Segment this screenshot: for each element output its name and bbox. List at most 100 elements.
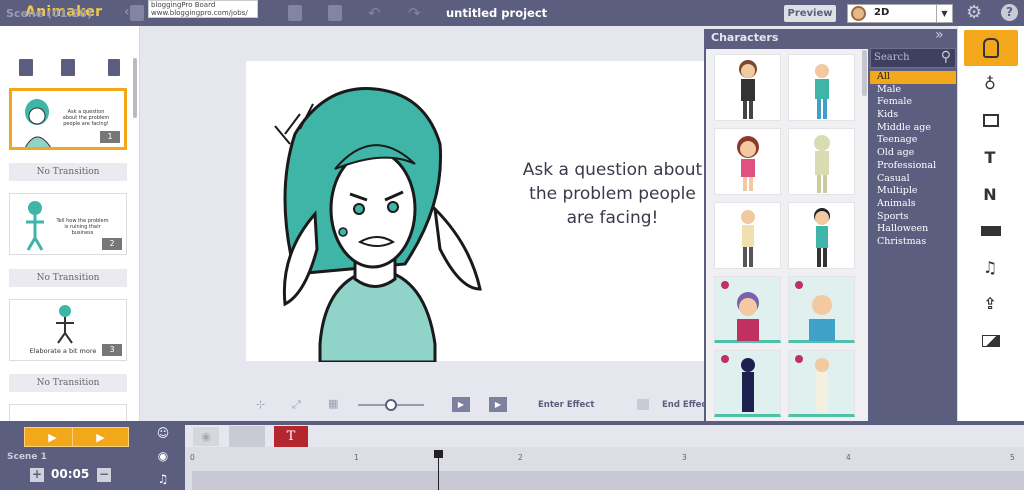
increase-duration-button[interactable]: +: [30, 468, 44, 482]
bulb-icon[interactable]: ♁: [975, 74, 1005, 93]
character-track-thumb[interactable]: [229, 426, 265, 447]
character-card[interactable]: [714, 128, 781, 195]
grid-icon[interactable]: ▦: [328, 397, 338, 410]
category-item[interactable]: Casual: [870, 173, 956, 186]
category-item[interactable]: Male: [870, 84, 956, 97]
timeline-track[interactable]: [192, 471, 1024, 490]
project-title[interactable]: untitled project: [446, 6, 547, 20]
category-item[interactable]: Old age: [870, 147, 956, 160]
mode-value: 2D: [874, 7, 890, 18]
mode-select[interactable]: 2D ▼: [847, 4, 953, 23]
character-card[interactable]: [788, 202, 855, 269]
scenes-scrollbar[interactable]: [133, 58, 137, 118]
music-icon[interactable]: ♫: [975, 258, 1005, 277]
scene-transition[interactable]: No Transition: [9, 374, 127, 392]
scene-thumbnail-1[interactable]: Ask a question about the problem people …: [9, 88, 127, 150]
scene-transition[interactable]: No Transition: [9, 163, 127, 181]
scene-thumbnail-4[interactable]: [9, 404, 127, 421]
gear-icon[interactable]: ⚙: [966, 2, 982, 23]
help-icon[interactable]: ?: [1001, 4, 1018, 21]
ruler-tick: 4: [846, 453, 851, 462]
timeline-music-icon[interactable]: ♫: [145, 469, 181, 489]
close-panel-icon[interactable]: »: [935, 27, 944, 43]
search-icon[interactable]: ⚲: [941, 49, 951, 65]
step-play-icon[interactable]: ▶: [452, 397, 470, 412]
category-item[interactable]: Christmas: [870, 236, 956, 249]
text-track-thumb[interactable]: T: [274, 426, 308, 447]
category-item[interactable]: Female: [870, 96, 956, 109]
stage-text[interactable]: Ask a question about the problem people …: [515, 158, 710, 230]
trash-icon[interactable]: [108, 59, 120, 76]
scene-duration[interactable]: 00:05: [51, 467, 89, 481]
avatar-icon: [851, 6, 866, 21]
visibility-icon[interactable]: ◉: [193, 427, 219, 446]
image-icon[interactable]: [983, 114, 999, 127]
character-search-input[interactable]: Search ⚲: [870, 48, 956, 68]
duplicate-scene-icon[interactable]: [61, 59, 75, 76]
scene-transition[interactable]: No Transition: [9, 269, 127, 287]
background-icon[interactable]: [982, 335, 1000, 347]
character-card-pro[interactable]: [714, 350, 781, 417]
collapse-icon[interactable]: ‹: [124, 4, 130, 20]
play-icon[interactable]: ▶: [489, 397, 507, 412]
url-tooltip: bloggingPro Board www.bloggingpro.com/job…: [148, 0, 258, 18]
category-item[interactable]: Multiple: [870, 185, 956, 198]
tooltip-line1: bloggingPro Board: [151, 1, 216, 9]
zoom-slider-handle[interactable]: [385, 399, 397, 411]
scene-number: 3: [102, 344, 122, 356]
playhead-handle[interactable]: [434, 450, 443, 458]
category-list: All Male Female Kids Middle age Teenage …: [870, 71, 956, 249]
scene-caption: Ask a question about the problem people …: [62, 109, 110, 127]
character-card-pro[interactable]: [714, 276, 781, 343]
upload-icon[interactable]: ⇪: [975, 294, 1005, 313]
timeline-scene-label: Scene 1: [7, 452, 47, 462]
character-card[interactable]: [714, 202, 781, 269]
category-item[interactable]: Middle age: [870, 122, 956, 135]
category-item[interactable]: Halloween: [870, 223, 956, 236]
characters-tool-button[interactable]: [964, 30, 1018, 66]
add-scene-icon[interactable]: [19, 59, 33, 76]
enter-effect-label[interactable]: Enter Effect: [538, 400, 594, 410]
decrease-duration-button[interactable]: −: [97, 468, 111, 482]
category-item[interactable]: All: [870, 71, 956, 84]
character-card-pro[interactable]: [788, 276, 855, 343]
scene-caption: Elaborate a bit more: [29, 347, 97, 355]
search-placeholder: Search: [874, 52, 910, 63]
ruler-tick: 0: [190, 453, 195, 462]
category-item[interactable]: Teenage: [870, 134, 956, 147]
copy-icon[interactable]: [288, 5, 302, 21]
ruler-tick: 5: [1010, 453, 1015, 462]
fullscreen-icon[interactable]: ⤢: [292, 398, 301, 412]
preview-button[interactable]: Preview: [784, 5, 836, 22]
category-item[interactable]: Professional: [870, 160, 956, 173]
chart-icon[interactable]: [981, 226, 1001, 236]
play-button[interactable]: ▶: [72, 427, 129, 447]
category-item[interactable]: Animals: [870, 198, 956, 211]
scene-number: 2: [102, 238, 122, 250]
zoom-fit-icon[interactable]: ⊹: [256, 398, 265, 411]
character-icon: [983, 38, 999, 58]
character-thumbnail: [25, 99, 51, 147]
redo-icon[interactable]: ↷: [408, 4, 421, 22]
category-item[interactable]: Sports: [870, 211, 956, 224]
number-icon[interactable]: N: [975, 185, 1005, 204]
new-file-icon[interactable]: [130, 5, 144, 21]
end-effect-icon[interactable]: [637, 399, 649, 410]
character-card[interactable]: [788, 54, 855, 121]
stressed-woman-character[interactable]: [255, 74, 500, 362]
character-card[interactable]: [788, 128, 855, 195]
paste-icon[interactable]: [328, 5, 342, 21]
timeline-tracks-header: [185, 425, 1024, 447]
undo-icon[interactable]: ↶: [368, 4, 381, 22]
timeline-character-icon[interactable]: ☺: [145, 423, 181, 443]
text-icon[interactable]: T: [975, 148, 1005, 167]
scenes-header: Scene (01:28): [6, 7, 93, 20]
camera-icon[interactable]: ◉: [145, 446, 181, 466]
characters-scrollbar[interactable]: [862, 50, 867, 96]
scene-thumbnail-2[interactable]: Tell how the problem is ruining their bu…: [9, 193, 127, 255]
scene-thumbnail-3[interactable]: Elaborate a bit more 3: [9, 299, 127, 361]
chevron-down-icon[interactable]: ▼: [936, 5, 952, 22]
character-card-pro[interactable]: [788, 350, 855, 417]
category-item[interactable]: Kids: [870, 109, 956, 122]
character-card[interactable]: [714, 54, 781, 121]
